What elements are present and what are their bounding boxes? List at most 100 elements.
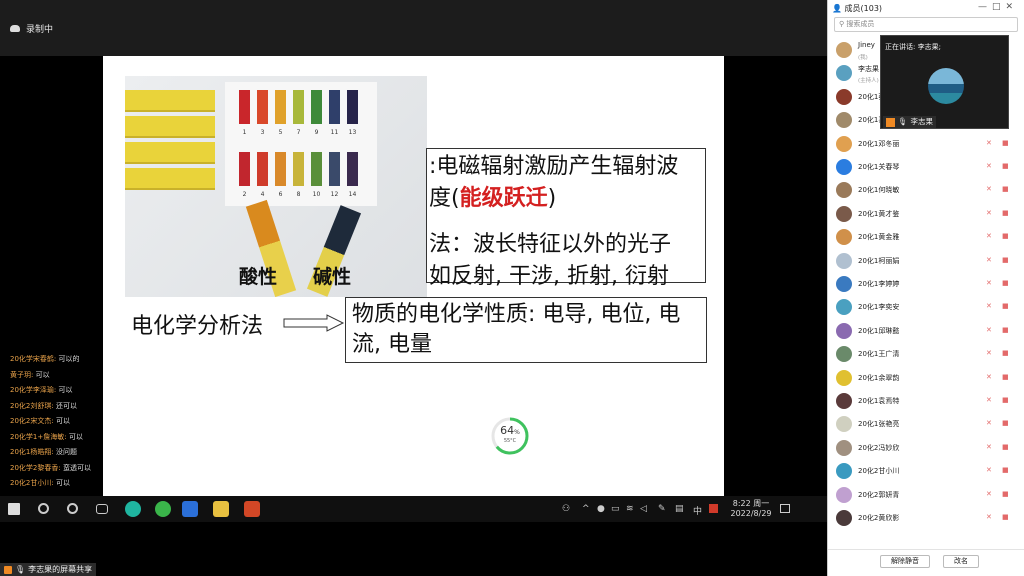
mic-muted-icon[interactable]: ✕ bbox=[986, 373, 992, 381]
camera-off-icon[interactable]: ■ bbox=[1002, 139, 1009, 147]
mic-icon[interactable]: ● bbox=[597, 504, 605, 514]
search-icon[interactable] bbox=[38, 503, 49, 514]
pen-icon[interactable]: ✎ bbox=[658, 504, 666, 514]
taskbar-clock[interactable]: 8:22 周一 2022/8/29 bbox=[730, 499, 772, 519]
camera-off-icon[interactable]: ■ bbox=[1002, 466, 1009, 474]
gauge-percent: 64% bbox=[490, 424, 530, 437]
member-role: (主持人) bbox=[858, 78, 879, 85]
mic-muted-icon[interactable]: ✕ bbox=[986, 396, 992, 404]
recording-indicator[interactable]: 录制中 bbox=[10, 22, 53, 35]
chevron-up-icon[interactable]: ^ bbox=[582, 504, 590, 514]
mic-muted-icon[interactable]: ✕ bbox=[986, 326, 992, 334]
member-row[interactable]: 20化2郭妍青 ✕ ■ bbox=[836, 485, 1018, 505]
chat-text: 可以的 bbox=[58, 355, 80, 363]
camera-off-icon[interactable]: ■ bbox=[1002, 513, 1009, 521]
camera-off-icon[interactable]: ■ bbox=[1002, 279, 1009, 287]
member-row[interactable]: 20化1何晓敏 ✕ ■ bbox=[836, 180, 1018, 200]
member-row[interactable]: 20化1王广清 ✕ ■ bbox=[836, 344, 1018, 364]
app-icon-teal[interactable] bbox=[125, 501, 141, 517]
chat-overlay: 20化学宋春鹤: 可以的 黄子玥: 可以 20化学李泽瑜: 可以 20化2刘舒琪: 还… bbox=[10, 352, 91, 492]
mic-muted-icon[interactable]: ✕ bbox=[986, 490, 992, 498]
mic-muted-icon[interactable]: ✕ bbox=[986, 302, 992, 310]
camera-off-icon[interactable]: ■ bbox=[1002, 232, 1009, 240]
member-row[interactable]: 20化1袁焉特 ✕ ■ bbox=[836, 391, 1018, 411]
member-row[interactable]: 20化1李婷婷 ✕ ■ bbox=[836, 274, 1018, 294]
mic-muted-icon[interactable]: ✕ bbox=[986, 139, 992, 147]
member-name: 20化2黄欣影 bbox=[858, 514, 900, 522]
camera-off-icon[interactable]: ■ bbox=[1002, 209, 1009, 217]
wifi-icon[interactable]: ≋ bbox=[626, 504, 634, 514]
meeting-area: 录制中 1 3 5 7 9 11 13 2 4 6 8 10 12 14 酸性 碱性 :电磁辐射激励产生… bbox=[0, 0, 827, 576]
member-row[interactable]: 20化2黄欣影 ✕ ■ bbox=[836, 508, 1018, 528]
camera-off-icon[interactable]: ■ bbox=[1002, 396, 1009, 404]
mic-muted-icon[interactable]: ✕ bbox=[986, 256, 992, 264]
mic-muted-icon[interactable]: ✕ bbox=[986, 466, 992, 474]
close-icon[interactable]: ✕ bbox=[1005, 2, 1018, 12]
avatar bbox=[836, 439, 852, 456]
notifications-icon[interactable] bbox=[780, 504, 790, 513]
member-row[interactable]: 20化2冯妙欣 ✕ ■ bbox=[836, 438, 1018, 458]
mic-muted-icon[interactable]: ✕ bbox=[986, 513, 992, 521]
ph-number: 13 bbox=[348, 129, 357, 136]
cortana-icon[interactable] bbox=[67, 503, 78, 514]
mic-muted-icon[interactable]: ✕ bbox=[986, 279, 992, 287]
avatar bbox=[836, 135, 852, 152]
chat-message: 20化学宋春鹤: 可以的 bbox=[10, 352, 91, 368]
mic-muted-icon[interactable]: ✕ bbox=[986, 443, 992, 451]
member-row[interactable]: 20化1邓冬丽 ✕ ■ bbox=[836, 134, 1018, 154]
speaker-muted-icon[interactable]: ◁ bbox=[640, 504, 647, 514]
people-icon[interactable]: ⚇ bbox=[562, 504, 570, 514]
member-name: 20化1黄金雅 bbox=[858, 233, 900, 242]
mic-muted-icon[interactable]: ✕ bbox=[986, 162, 992, 170]
member-row[interactable]: 20化1柯丽娟 ✕ ■ bbox=[836, 251, 1018, 271]
task-view-icon[interactable] bbox=[96, 504, 108, 514]
camera-off-icon[interactable]: ■ bbox=[1002, 162, 1009, 170]
member-row[interactable]: 20化1黄金雅 ✕ ■ bbox=[836, 227, 1018, 247]
camera-off-icon[interactable]: ■ bbox=[1002, 256, 1009, 264]
mic-muted-icon[interactable]: ✕ bbox=[986, 419, 992, 427]
camera-off-icon[interactable]: ■ bbox=[1002, 185, 1009, 193]
chat-text: 可以 bbox=[68, 432, 83, 441]
paper-stack bbox=[125, 168, 215, 190]
speaker-name-tag: 🎙 李志果 bbox=[883, 116, 937, 128]
meeting-app-icon[interactable] bbox=[182, 501, 198, 517]
member-row[interactable]: 20化1邱琳懿 ✕ ■ bbox=[836, 321, 1018, 341]
ime-indicator[interactable]: 中 bbox=[693, 504, 702, 517]
member-row[interactable]: 20化1余翠韵 ✕ ■ bbox=[836, 368, 1018, 388]
sogou-icon[interactable] bbox=[709, 504, 718, 513]
unmute-all-button[interactable]: 解除静音 bbox=[880, 555, 930, 568]
member-row[interactable]: 20化1李奕安 ✕ ■ bbox=[836, 297, 1018, 317]
camera-off-icon[interactable]: ■ bbox=[1002, 373, 1009, 381]
member-scrollbar[interactable] bbox=[1016, 38, 1021, 548]
member-search-input[interactable]: ⚲ 搜索成员 bbox=[834, 17, 1018, 32]
mic-muted-icon[interactable]: ✕ bbox=[986, 349, 992, 357]
battery-icon[interactable]: ▭ bbox=[611, 504, 620, 514]
powerpoint-icon[interactable] bbox=[244, 501, 260, 517]
member-row[interactable]: 20化1黄才鉴 ✕ ■ bbox=[836, 204, 1018, 224]
windows-start-icon[interactable] bbox=[8, 503, 20, 515]
camera-off-icon[interactable]: ■ bbox=[1002, 419, 1009, 427]
file-explorer-icon[interactable] bbox=[213, 501, 229, 517]
camera-off-icon[interactable]: ■ bbox=[1002, 302, 1009, 310]
mic-muted-icon[interactable]: ✕ bbox=[986, 209, 992, 217]
camera-off-icon[interactable]: ■ bbox=[1002, 326, 1009, 334]
member-row[interactable]: 20化2甘小川 ✕ ■ bbox=[836, 461, 1018, 481]
minimize-icon[interactable]: — bbox=[978, 2, 992, 12]
app-icon-green[interactable] bbox=[155, 501, 171, 517]
camera-off-icon[interactable]: ■ bbox=[1002, 443, 1009, 451]
camera-off-icon[interactable]: ■ bbox=[1002, 349, 1009, 357]
chat-message: 20化学1+詹海敏: 可以 bbox=[10, 430, 91, 446]
rename-button[interactable]: 改名 bbox=[943, 555, 979, 568]
ph-swatch bbox=[257, 152, 268, 186]
keyboard-icon[interactable]: ▤ bbox=[675, 504, 684, 514]
member-row[interactable]: 20化1张艳亮 ✕ ■ bbox=[836, 414, 1018, 434]
camera-off-icon[interactable]: ■ bbox=[1002, 490, 1009, 498]
mic-muted-icon[interactable]: ✕ bbox=[986, 185, 992, 193]
ph-number: 8 bbox=[296, 191, 301, 198]
member-row[interactable]: 20化1关春琴 ✕ ■ bbox=[836, 157, 1018, 177]
maximize-icon[interactable]: □ bbox=[992, 2, 1006, 12]
active-speaker-popup[interactable]: 正在讲话: 李志果; 🎙 李志果 bbox=[880, 35, 1009, 129]
mic-muted-icon[interactable]: ✕ bbox=[986, 232, 992, 240]
member-name: 20化1邓冬丽 bbox=[858, 139, 900, 148]
ph-swatch bbox=[329, 90, 340, 124]
